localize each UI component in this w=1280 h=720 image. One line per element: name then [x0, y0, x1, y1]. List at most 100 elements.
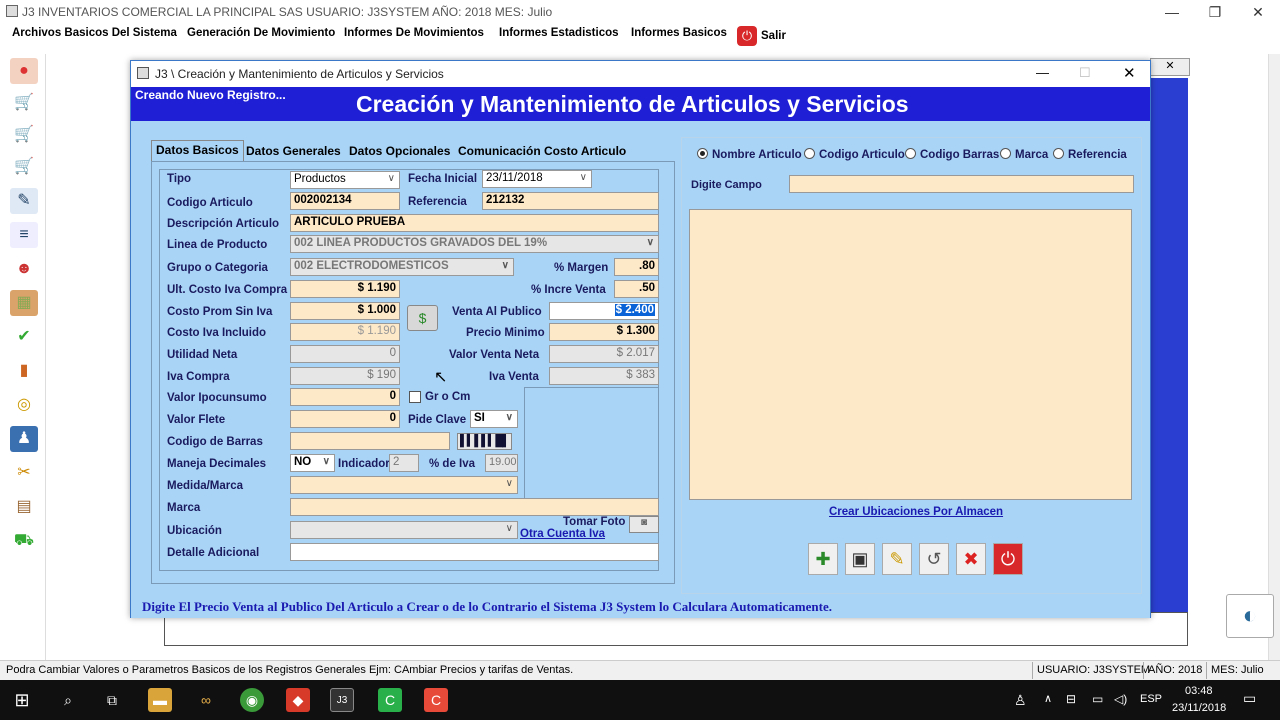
group-icon[interactable]: ♟: [10, 426, 38, 452]
radio-codigo-articulo[interactable]: Codigo Articulo: [804, 148, 905, 161]
battery-icon[interactable]: ▭: [1092, 692, 1103, 706]
descripcion-label: Descripción Articulo: [167, 218, 280, 230]
menu-informes-basicos[interactable]: Informes Basicos: [631, 27, 727, 39]
menu-archivos-basicos[interactable]: Archivos Basicos Del Sistema: [12, 27, 177, 39]
folder-icon[interactable]: ●: [10, 58, 38, 84]
cart-icon[interactable]: 🛒: [10, 90, 38, 116]
descripcion-field[interactable]: ARTICULO PRUEBA: [290, 214, 659, 232]
menu-generacion-movimiento[interactable]: Generación De Movimiento: [187, 27, 335, 39]
flete-label: Valor Flete: [167, 414, 226, 426]
edit-icon[interactable]: ✎: [882, 543, 912, 575]
volume-icon[interactable]: ◁): [1114, 692, 1127, 706]
codigo-articulo-field[interactable]: 002002134: [290, 192, 400, 210]
document-icon[interactable]: ≡: [10, 222, 38, 248]
language-indicator[interactable]: ESP: [1140, 693, 1162, 705]
app-titlebar: J3 INVENTARIOS COMERCIAL LA PRINCIPAL SA…: [0, 0, 1280, 24]
radio-referencia[interactable]: Referencia: [1053, 148, 1127, 161]
menu-informes-estadisticos[interactable]: Informes Estadisticos: [499, 27, 619, 39]
pide-clave-select[interactable]: SI: [470, 410, 518, 428]
margen-field[interactable]: .80: [614, 258, 659, 276]
results-area[interactable]: [689, 209, 1132, 500]
radio-icon: [1000, 148, 1011, 159]
gr-cm-checkbox[interactable]: [409, 391, 421, 403]
radio-codigo-barras[interactable]: Codigo Barras: [905, 148, 999, 161]
new-icon[interactable]: ✚: [808, 543, 838, 575]
document-edit-icon[interactable]: ✎: [10, 188, 38, 214]
save-icon[interactable]: ▣: [845, 543, 875, 575]
marca-field[interactable]: [290, 498, 659, 516]
radio-marca[interactable]: Marca: [1000, 148, 1048, 161]
digite-campo-field[interactable]: [789, 175, 1134, 193]
chart-icon[interactable]: ▮: [10, 358, 38, 384]
j3-taskbar-icon[interactable]: J3: [330, 688, 354, 712]
chrome-icon[interactable]: ◉: [240, 688, 264, 712]
indicador-field[interactable]: 2: [389, 454, 419, 472]
chevron-up-icon[interactable]: ∧: [1044, 692, 1052, 705]
menu-salir[interactable]: ⏻ Salir: [737, 26, 786, 46]
undo-icon[interactable]: ↺: [919, 543, 949, 575]
ult-costo-field[interactable]: $ 1.190: [290, 280, 400, 298]
linea-producto-label: Linea de Producto: [167, 239, 268, 251]
user-icon[interactable]: ☻: [10, 256, 38, 282]
camtasia-red-icon[interactable]: C: [424, 688, 448, 712]
radio-nombre-articulo[interactable]: Nombre Articulo: [697, 148, 802, 161]
flete-field[interactable]: 0: [290, 410, 400, 428]
ubicacion-select[interactable]: [290, 521, 518, 539]
task-view-icon[interactable]: ⧉: [100, 688, 124, 712]
app-icon[interactable]: ∞: [194, 688, 218, 712]
incre-venta-field[interactable]: .50: [614, 280, 659, 298]
dialog-minimize-button[interactable]: —: [1036, 65, 1049, 80]
file-explorer-icon[interactable]: ▬: [148, 688, 172, 712]
fecha-inicial-picker[interactable]: 23/11/2018: [482, 170, 592, 188]
barcode-icon[interactable]: ▌▍▌▌▍█▌: [457, 433, 512, 450]
cart-remove-icon[interactable]: 🛒: [10, 154, 38, 180]
referencia-field[interactable]: 212132: [482, 192, 659, 210]
windows-start-icon[interactable]: ⊞: [10, 688, 34, 712]
coins-icon[interactable]: ◎: [10, 392, 38, 418]
tools-icon[interactable]: ✂: [10, 460, 38, 486]
report-icon[interactable]: ▤: [10, 494, 38, 520]
dialog-close-button[interactable]: ✕: [1123, 64, 1136, 82]
exit-icon[interactable]: ⏻: [993, 543, 1023, 575]
background-close-icon[interactable]: ✕: [1150, 58, 1190, 76]
otra-cuenta-iva-link[interactable]: Otra Cuenta Iva: [520, 528, 605, 540]
pct-iva-field[interactable]: 19.00: [485, 454, 518, 472]
utilidad-field: 0: [290, 345, 400, 363]
dialog-titlebar: J3 \ Creación y Mantenimiento de Articul…: [131, 61, 1150, 87]
network-icon[interactable]: ⊟: [1066, 692, 1076, 706]
radio-selected-icon: [697, 148, 708, 159]
clock-time[interactable]: 03:48: [1185, 685, 1213, 697]
clock-date[interactable]: 23/11/2018: [1172, 702, 1226, 714]
close-button[interactable]: ✕: [1238, 2, 1278, 22]
maximize-button[interactable]: ❐: [1195, 2, 1235, 22]
linea-producto-select[interactable]: 002 LINEA PRODUCTOS GRAVADOS DEL 19%: [290, 235, 659, 253]
codigo-barras-field[interactable]: [290, 432, 450, 450]
menu-informes-movimientos[interactable]: Informes De Movimientos: [344, 27, 484, 39]
search-icon[interactable]: ⌕: [56, 688, 80, 712]
precio-minimo-field[interactable]: $ 1.300: [549, 323, 659, 341]
box-icon[interactable]: ▦: [10, 290, 38, 316]
app-icon: [6, 5, 18, 17]
forklift-icon[interactable]: ⛟: [10, 528, 38, 554]
costo-prom-field[interactable]: $ 1.000: [290, 302, 400, 320]
grupo-categoria-select[interactable]: 002 ELECTRODOMESTICOS: [290, 258, 514, 276]
notification-icon[interactable]: ▭: [1243, 690, 1256, 707]
ipocunsumo-field[interactable]: 0: [290, 388, 400, 406]
decimales-select[interactable]: NO: [290, 454, 335, 472]
camtasia-green-icon[interactable]: C: [378, 688, 402, 712]
money-bag-icon[interactable]: $: [407, 305, 438, 331]
tab-datos-basicos[interactable]: Datos Basicos: [151, 140, 244, 162]
crear-ubicaciones-link[interactable]: Crear Ubicaciones Por Almacen: [829, 506, 1003, 518]
tipo-select[interactable]: Productos: [290, 171, 400, 189]
cart-add-icon[interactable]: 🛒: [10, 122, 38, 148]
camera-icon[interactable]: ◙: [629, 516, 659, 533]
minimize-button[interactable]: —: [1152, 2, 1192, 22]
workspace-scrollbar[interactable]: [1268, 54, 1280, 660]
medida-marca-select[interactable]: [290, 476, 518, 494]
people-icon[interactable]: ♙: [1014, 692, 1027, 709]
detalle-adicional-field[interactable]: [290, 543, 659, 561]
checklist-icon[interactable]: ✔: [10, 324, 38, 350]
delete-icon[interactable]: ✖: [956, 543, 986, 575]
anydesk-icon[interactable]: ◆: [286, 688, 310, 712]
venta-publico-field[interactable]: $ 2.400: [549, 302, 659, 320]
